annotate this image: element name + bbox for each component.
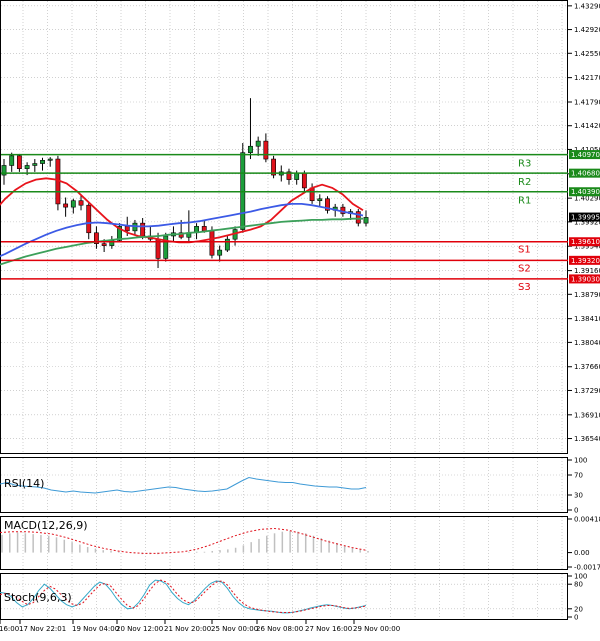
pane-border-main xyxy=(0,0,568,454)
price-pane[interactable]: R3 R2 R1 S1 S2 S3 xyxy=(0,98,568,293)
candle-body xyxy=(263,140,269,160)
price-tick-label: 1.42920 xyxy=(574,26,600,34)
price-tick-label: 1.39160 xyxy=(574,267,600,275)
candle-body xyxy=(9,155,15,166)
price-tick-label: 1.37290 xyxy=(574,387,600,395)
level-label-s3: S3 xyxy=(518,282,531,293)
price-axis[interactable]: 1.43290 1.42920 1.42550 1.42170 1.41790 1.414… xyxy=(568,2,600,622)
level-label-r2: R2 xyxy=(518,177,531,188)
price-tick-label: 1.42170 xyxy=(574,74,600,82)
price-tick-label: 1.38790 xyxy=(574,291,600,299)
macd-title: MACD(12,26,9) xyxy=(4,519,88,532)
candle-body xyxy=(317,198,323,202)
chart-canvas: R3 R2 R1 S1 S2 S3 RSI(14) MACD(12,26,9) Stoch… xyxy=(0,0,600,633)
candle-body xyxy=(224,238,230,251)
candle-body xyxy=(63,203,69,208)
level-price-label: 1.39320 xyxy=(571,257,600,265)
indicator-tick-label: -0.001794 xyxy=(574,564,600,572)
time-tick-label: 26 Nov 08:00 xyxy=(256,625,303,633)
candle-body xyxy=(101,243,107,246)
time-tick-label: 17 Nov 22:01 xyxy=(19,625,66,633)
candle-body xyxy=(309,187,315,202)
time-tick-label: 21 Nov 20:00 xyxy=(164,625,211,633)
time-tick-label: 27 Nov 16:00 xyxy=(305,625,352,633)
macd-signal-line xyxy=(0,527,367,554)
candle-body xyxy=(47,158,53,161)
level-price-label: 1.40680 xyxy=(571,170,600,178)
stochastic-pane[interactable]: Stoch(9,6,3) xyxy=(0,579,567,614)
indicator-tick-label: 0 xyxy=(574,507,578,515)
rsi-line xyxy=(0,476,367,494)
candle-body xyxy=(201,226,207,232)
price-tick-label: 1.43290 xyxy=(574,2,600,10)
indicator-tick-label: 80 xyxy=(574,581,583,589)
level-price-label: 1.39030 xyxy=(571,275,600,283)
chart-window: R3 R2 R1 S1 S2 S3 RSI(14) MACD(12,26,9) Stoch… xyxy=(0,0,600,637)
candle-body xyxy=(255,140,261,147)
candle-body xyxy=(217,249,223,256)
indicator-tick-label: 0 xyxy=(574,614,578,622)
level-label-r3: R3 xyxy=(518,159,531,170)
indicator-tick-label: 70 xyxy=(574,472,583,480)
time-tick-label: 19 Nov 04:00 xyxy=(72,625,119,633)
time-tick-label: 20 Nov 12:00 xyxy=(116,625,163,633)
level-price-label: 1.40970 xyxy=(571,151,600,159)
level-label-r1: R1 xyxy=(518,196,531,207)
price-tick-label: 1.41790 xyxy=(574,99,600,107)
candle-body xyxy=(363,217,369,224)
candle-body xyxy=(78,200,84,206)
candle-body xyxy=(86,204,92,234)
indicator-tick-label: 0.004181 xyxy=(574,516,600,524)
indicator-tick-label: 30 xyxy=(574,492,583,500)
candle-body xyxy=(124,226,130,232)
indicator-tick-label: 100 xyxy=(574,573,587,581)
candle-body xyxy=(355,211,361,224)
time-axis[interactable]: 16:00 17 Nov 22:01 19 Nov 04:0020 Nov 12:0… xyxy=(0,620,400,633)
pane-border-rsi xyxy=(0,457,568,513)
indicator-tick-label: 100 xyxy=(574,457,587,465)
indicator-tick-label: 0.00 xyxy=(574,549,590,557)
rsi-pane[interactable]: RSI(14) xyxy=(0,474,567,496)
time-tick-label: 29 Nov 00:00 xyxy=(353,625,400,633)
price-tick-label: 1.38040 xyxy=(574,339,600,347)
candle-body xyxy=(248,145,253,153)
indicator-tick-label: 20 xyxy=(574,605,583,613)
candle-body xyxy=(32,163,38,166)
time-tick-label: 25 Nov 00:00 xyxy=(211,625,258,633)
price-tick-label: 1.41420 xyxy=(574,122,600,130)
candle-body xyxy=(140,222,146,237)
level-label-s1: S1 xyxy=(518,245,531,256)
price-tick-label: 1.42550 xyxy=(574,50,600,58)
price-tick-label: 1.36910 xyxy=(574,411,600,419)
time-tick-label: 16:00 xyxy=(0,625,19,633)
candle-body xyxy=(16,155,22,169)
candle-body xyxy=(294,172,300,180)
macd-pane[interactable]: MACD(12,26,9) xyxy=(0,519,369,555)
level-price-label: 1.40390 xyxy=(571,188,600,196)
level-price-label: 1.39610 xyxy=(571,238,600,246)
price-tick-label: 1.37660 xyxy=(574,363,600,371)
candle-body xyxy=(40,160,45,164)
candle-body xyxy=(209,230,215,256)
price-tick-label: 1.36540 xyxy=(574,435,600,443)
price-tick-label: 1.38410 xyxy=(574,315,600,323)
candle-body xyxy=(70,200,76,208)
candle-body xyxy=(301,172,307,189)
level-label-s2: S2 xyxy=(518,263,531,274)
current-price-label: 1.39995 xyxy=(571,214,600,222)
rsi-title: RSI(14) xyxy=(4,477,44,490)
stoch-title: Stoch(9,6,3) xyxy=(4,591,72,604)
candle-body xyxy=(24,165,30,169)
